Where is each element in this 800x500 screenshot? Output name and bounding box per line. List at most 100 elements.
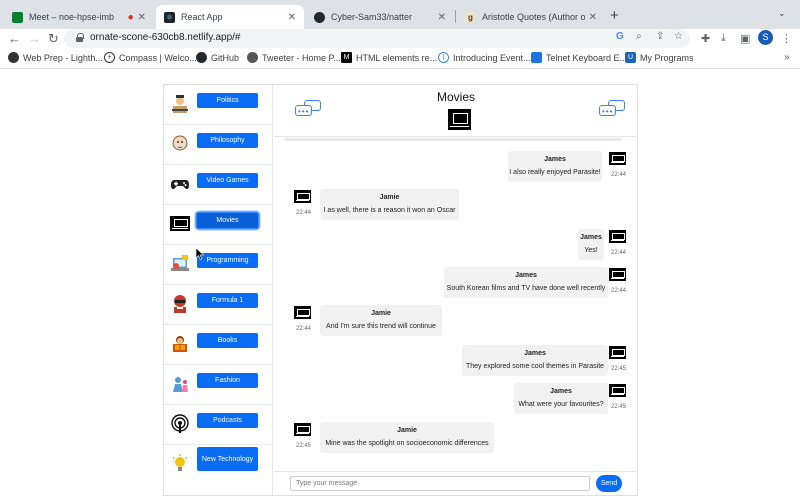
category-item-new-technology: New Technology — [164, 445, 272, 485]
category-button-politics[interactable]: Politics — [197, 93, 258, 108]
bookmark-star-icon[interactable]: ☆ — [674, 31, 683, 42]
tab-close-icon[interactable]: ✕ — [288, 12, 296, 23]
user-avatar-tv-icon — [609, 268, 626, 281]
chat-pane: ••• Movies ••• James I also really enjoy… — [274, 85, 638, 495]
category-item-programming: Programming — [164, 245, 272, 285]
category-button-books[interactable]: Books — [197, 333, 258, 348]
bookmark-label: Introducing Event... — [453, 52, 531, 63]
tab-close-icon[interactable]: ✕ — [589, 12, 597, 23]
tab-strip: Meet – noe-hpse-imb ● ✕ ⚛ React App ✕ Cy… — [0, 0, 800, 29]
tab-title: Cyber-Sam33/natter — [331, 12, 413, 22]
idea-icon — [172, 454, 188, 471]
message-text: Yes! — [584, 247, 598, 254]
browser-tab-github[interactable]: Cyber-Sam33/natter ✕ — [306, 5, 454, 29]
tab-separator — [455, 10, 456, 23]
download-icon[interactable]: ⤓ — [721, 32, 726, 45]
message-sender: James — [550, 388, 572, 395]
message-bubble: Jamie Mine was the spotlight on socioeco… — [320, 422, 494, 453]
tab-search-icon[interactable]: ⌄ — [778, 8, 786, 19]
tab-close-icon[interactable]: ✕ — [138, 12, 146, 23]
url-text[interactable]: ornate-scone-630cb8.netlify.app/# — [90, 32, 240, 43]
reader-icon — [173, 336, 187, 352]
browser-tab-react-app[interactable]: ⚛ React App ✕ — [156, 5, 304, 29]
message-time: 22:44 — [611, 172, 627, 178]
side-panel-icon[interactable]: ▣ — [740, 32, 750, 45]
user-avatar-tv-icon — [294, 306, 311, 319]
chat-app: Politics Philosophy Video Games Movies P… — [163, 84, 638, 496]
category-button-philosophy[interactable]: Philosophy — [197, 133, 258, 148]
google-translate-icon[interactable]: G — [616, 31, 624, 42]
bookmarks-overflow-icon[interactable]: » — [784, 52, 790, 63]
message-sender: James — [580, 234, 602, 241]
meet-icon — [12, 11, 23, 23]
category-button-programming[interactable]: Programming — [197, 253, 258, 268]
message-time: 22:44 — [296, 210, 312, 216]
tab-close-icon[interactable]: ✕ — [438, 12, 446, 23]
message-text: I as well, there is a reason it won an O… — [323, 207, 456, 214]
message-sender: Jamie — [371, 310, 391, 317]
recording-icon: ● — [127, 11, 134, 23]
bookmark-telnet[interactable]: Telnet Keyboard E... — [531, 52, 627, 63]
mouse-cursor-icon — [196, 248, 204, 260]
category-button-video-games[interactable]: Video Games — [197, 173, 258, 188]
category-item-politics: Politics — [164, 85, 272, 125]
message-sender: Jamie — [397, 427, 417, 434]
category-button-formula-1[interactable]: Formula 1 — [197, 293, 258, 308]
message-text: I also really enjoyed Parasite! — [509, 169, 601, 176]
share-icon[interactable]: ⇪ — [656, 31, 664, 42]
chat-room-title: Movies — [436, 90, 475, 104]
bookmark-introducing-events[interactable]: ( Introducing Event... — [438, 52, 531, 63]
user-avatar-tv-icon — [294, 423, 311, 436]
bookmark-label: Tweeter - Home P... — [262, 52, 341, 63]
bookmark-compass[interactable]: + Compass | Welco... — [104, 52, 197, 63]
lock-icon — [76, 33, 84, 42]
browser-tab-meet[interactable]: Meet – noe-hpse-imb ● ✕ — [4, 5, 154, 29]
back-arrow-icon[interactable]: ← — [8, 31, 21, 47]
category-button-fashion[interactable]: Fashion — [197, 373, 258, 388]
globe-icon — [8, 52, 19, 63]
gamepad-icon — [171, 180, 189, 190]
category-item-podcasts: Podcasts — [164, 405, 272, 445]
more-menu-icon[interactable]: ⋮ — [781, 32, 792, 45]
tab-title: Meet – noe-hpse-imb — [29, 12, 115, 22]
event-icon: ( — [438, 52, 449, 63]
profile-avatar[interactable]: S — [758, 30, 773, 45]
extensions-icon[interactable]: ✚ — [701, 32, 710, 45]
tv-icon — [448, 109, 471, 130]
philosopher-icon — [172, 135, 188, 151]
category-button-movies[interactable]: Movies — [197, 213, 258, 228]
message-time: 22:45 — [611, 366, 627, 372]
message-bubble: Jamie And I'm sure this trend will conti… — [320, 305, 442, 336]
bookmark-my-programs[interactable]: U My Programs — [625, 52, 694, 63]
address-bar[interactable]: ornate-scone-630cb8.netlify.app/# G ⌕ ⇪ … — [64, 29, 690, 48]
browser-tab-goodreads[interactable]: g Aristotle Quotes (Author of The ✕ — [457, 5, 605, 29]
bookmark-label: Telnet Keyboard E... — [546, 52, 628, 63]
message-time: 22:45 — [296, 443, 312, 449]
message-input[interactable] — [290, 476, 590, 491]
forward-arrow-icon[interactable]: → — [28, 31, 41, 47]
react-icon: ⚛ — [164, 11, 175, 23]
category-button-podcasts[interactable]: Podcasts — [197, 413, 258, 428]
laptop-icon — [171, 255, 189, 271]
category-item-fashion: Fashion — [164, 365, 272, 405]
message-list[interactable]: James I also really enjoyed Parasite! 22… — [274, 138, 638, 471]
bookmark-tweeter[interactable]: Tweeter - Home P... — [247, 52, 341, 63]
message-bubble: Jamie I as well, there is a reason it wo… — [320, 189, 459, 220]
category-item-formula-1: Formula 1 — [164, 285, 272, 325]
reload-icon[interactable]: ↻ — [48, 31, 59, 47]
bookmark-github[interactable]: GitHub — [196, 52, 239, 63]
send-button[interactable]: Send — [596, 475, 622, 492]
page-viewport: Politics Philosophy Video Games Movies P… — [0, 70, 800, 500]
bookmark-label: GitHub — [211, 52, 240, 63]
message-time: 22:44 — [611, 288, 627, 294]
new-tab-icon[interactable]: + — [610, 7, 619, 24]
user-avatar-tv-icon — [609, 346, 626, 359]
bookmark-html-elements[interactable]: M HTML elements re... — [341, 52, 437, 63]
message-bubble: James South Korean films and TV have don… — [444, 267, 608, 298]
bookmark-label: Compass | Welco... — [119, 52, 197, 63]
message-sender: James — [515, 272, 537, 279]
bookmark-web-prep[interactable]: Web Prep - Lighth... — [8, 52, 103, 63]
category-button-new-technology[interactable]: New Technology — [197, 447, 258, 471]
zoom-icon[interactable]: ⌕ — [636, 31, 642, 42]
programs-icon: U — [625, 52, 636, 63]
